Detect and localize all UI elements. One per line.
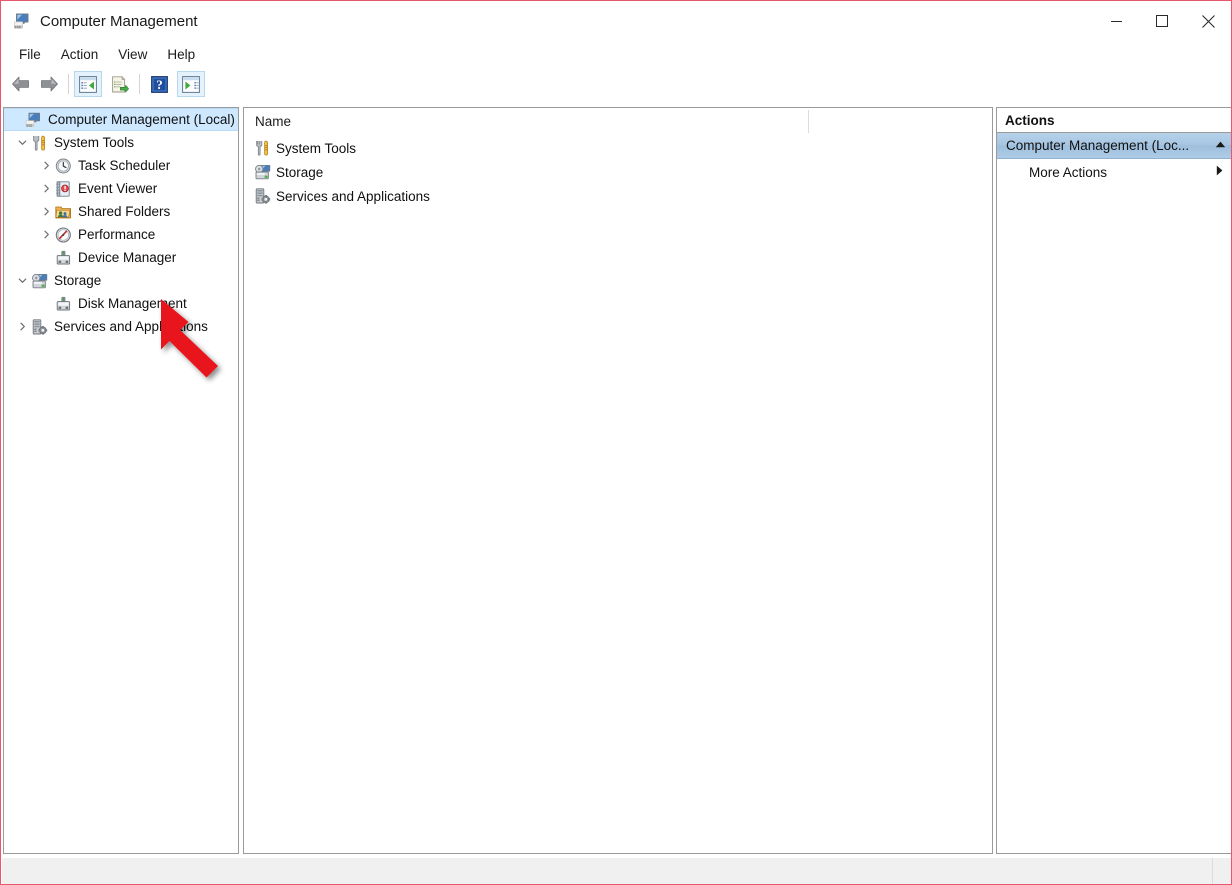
services-and-applications-icon	[254, 188, 271, 204]
console-tree-icon	[79, 75, 97, 93]
maximize-button[interactable]	[1139, 1, 1185, 41]
computer-management-icon	[13, 12, 31, 30]
menu-file[interactable]: File	[9, 44, 51, 65]
tree-item-label: Performance	[78, 227, 156, 242]
menu-help[interactable]: Help	[157, 44, 205, 65]
action-item-label: More Actions	[1029, 164, 1108, 180]
chevron-right-icon[interactable]	[38, 207, 55, 216]
actions-group-computer-management[interactable]: Computer Management (Loc...	[997, 133, 1231, 159]
chevron-down-icon[interactable]	[14, 138, 31, 147]
computer-management-window: Computer Management File Action View Hel…	[0, 0, 1232, 885]
list-rows: System Tools Storage Services and Applic…	[244, 135, 992, 208]
maximize-icon	[1156, 15, 1168, 27]
shared-folders-icon	[55, 204, 72, 220]
tree-item-label: Storage	[54, 273, 102, 288]
tree-item-task-scheduler[interactable]: Task Scheduler	[4, 154, 238, 177]
forward-arrow-icon	[41, 76, 58, 92]
window-title: Computer Management	[40, 12, 198, 30]
tree-item-event-viewer[interactable]: Event Viewer	[4, 177, 238, 200]
action-item-more-actions[interactable]: More Actions	[997, 159, 1231, 185]
console-tree: Computer Management (Local) System Tools…	[4, 108, 238, 338]
panels-container: Computer Management (Local) System Tools…	[1, 100, 1231, 856]
tree-item-performance[interactable]: Performance	[4, 223, 238, 246]
result-list-pane: Name System Tools Storage Services and A…	[243, 107, 993, 854]
window-controls	[1093, 1, 1231, 41]
status-bar	[2, 858, 1231, 884]
tree-item-label: Task Scheduler	[78, 158, 171, 173]
list-item[interactable]: Storage	[244, 160, 992, 184]
list-item[interactable]: Services and Applications	[244, 184, 992, 208]
tree-item-label: Event Viewer	[78, 181, 158, 196]
tree-item-system-tools[interactable]: System Tools	[4, 131, 238, 154]
chevron-right-icon[interactable]	[14, 322, 31, 331]
list-item[interactable]: System Tools	[244, 136, 992, 160]
help-button[interactable]: ?	[145, 71, 173, 97]
triangle-right-icon[interactable]	[1216, 165, 1223, 179]
show-hide-console-tree-button[interactable]	[74, 71, 102, 97]
tree-item-label: Device Manager	[78, 250, 177, 265]
actions-pane-header: Actions	[997, 108, 1231, 133]
tree-item-label: Computer Management (Local)	[48, 112, 235, 127]
status-segment-main	[2, 858, 1213, 884]
system-tools-icon	[254, 140, 271, 156]
close-button[interactable]	[1185, 1, 1231, 41]
tree-item-storage[interactable]: Storage	[4, 269, 238, 292]
computer-management-icon	[25, 112, 42, 128]
chevron-right-icon[interactable]	[38, 161, 55, 170]
tree-item-label: System Tools	[54, 135, 135, 150]
actions-group-label: Computer Management (Loc...	[1006, 138, 1190, 153]
tree-item-label: Services and Applications	[54, 319, 208, 334]
tree-item-shared-folders[interactable]: Shared Folders	[4, 200, 238, 223]
task-scheduler-icon	[55, 158, 72, 174]
event-viewer-icon	[55, 180, 72, 197]
tree-item-device-manager[interactable]: Device Manager	[4, 246, 238, 269]
chevron-down-icon[interactable]	[14, 276, 31, 285]
action-pane-icon	[182, 75, 200, 93]
chevron-right-icon[interactable]	[38, 230, 55, 239]
list-column-header: Name	[244, 108, 992, 135]
tree-item-label: Disk Management	[78, 296, 187, 311]
menu-action[interactable]: Action	[51, 44, 109, 65]
minimize-icon	[1110, 20, 1122, 22]
export-list-button[interactable]	[106, 71, 134, 97]
minimize-button[interactable]	[1093, 1, 1139, 41]
disk-management-icon	[55, 296, 72, 312]
toolbar: ?	[1, 68, 1231, 100]
storage-icon	[31, 273, 48, 289]
tree-item-label: Shared Folders	[78, 204, 171, 219]
chevron-right-icon[interactable]	[38, 184, 55, 193]
list-item-label: Services and Applications	[276, 188, 430, 204]
tree-item-services-and-applications[interactable]: Services and Applications	[4, 315, 238, 338]
toolbar-separator-2	[139, 74, 140, 94]
back-button[interactable]	[7, 71, 35, 97]
svg-text:?: ?	[156, 77, 163, 92]
tree-item-disk-management[interactable]: Disk Management	[4, 292, 238, 315]
menu-view[interactable]: View	[108, 44, 157, 65]
device-manager-icon	[55, 250, 72, 266]
help-question-icon: ?	[150, 75, 168, 93]
tree-item-computer-management[interactable]: Computer Management (Local)	[4, 108, 238, 131]
column-header-name[interactable]: Name	[244, 114, 291, 129]
forward-button[interactable]	[35, 71, 63, 97]
storage-icon	[254, 164, 271, 180]
show-hide-action-pane-button[interactable]	[177, 71, 205, 97]
toolbar-separator-1	[68, 74, 69, 94]
triangle-up-icon[interactable]	[1215, 141, 1226, 151]
back-arrow-icon	[12, 76, 29, 92]
menu-bar: File Action View Help	[1, 41, 1231, 68]
title-bar: Computer Management	[1, 1, 1231, 41]
close-icon	[1201, 14, 1215, 28]
console-tree-pane: Computer Management (Local) System Tools…	[3, 107, 239, 854]
performance-icon	[55, 226, 72, 243]
column-divider[interactable]	[808, 110, 809, 133]
list-item-label: Storage	[276, 164, 324, 180]
services-and-applications-icon	[31, 318, 48, 335]
actions-pane: Actions Computer Management (Loc... More…	[996, 107, 1231, 854]
list-item-label: System Tools	[276, 140, 357, 156]
export-list-icon	[112, 75, 129, 93]
system-tools-icon	[31, 135, 48, 151]
